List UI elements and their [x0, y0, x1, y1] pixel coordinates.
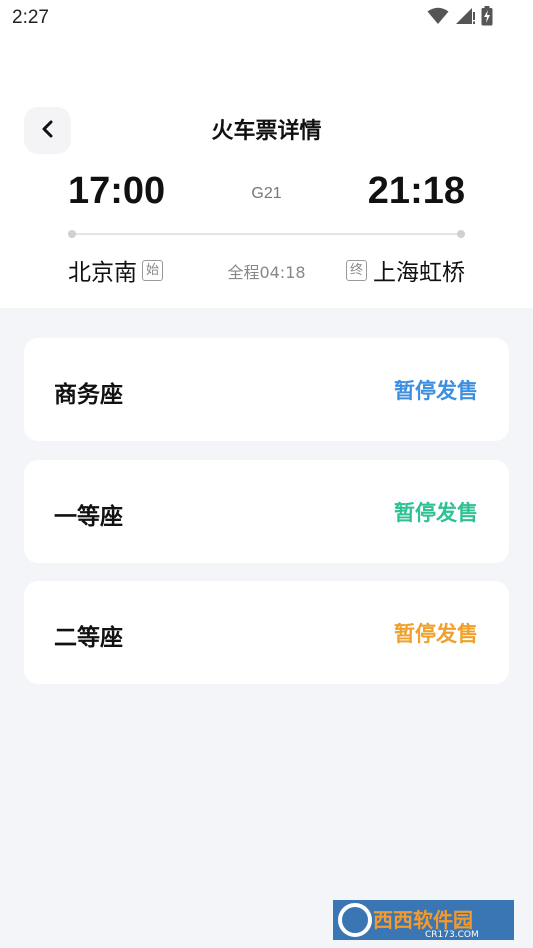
wifi-icon	[427, 7, 449, 29]
seat-name: 商务座	[54, 382, 123, 408]
status-bar: 2:27	[0, 0, 533, 36]
status-time: 2:27	[12, 7, 49, 28]
arrival-station-name: 上海虹桥	[373, 260, 465, 286]
arrival-station: 终 上海虹桥	[346, 253, 465, 287]
seat-status: 暂停发售	[394, 622, 478, 646]
watermark-name: 西西软件园	[373, 908, 473, 932]
watermark-domain: CR173.COM	[425, 930, 479, 940]
seat-name: 一等座	[54, 504, 123, 530]
route-line	[71, 233, 461, 235]
seat-card-business[interactable]: 商务座 暂停发售	[24, 338, 509, 441]
route-end-dot	[457, 230, 465, 238]
status-icons	[427, 6, 493, 30]
seat-card-first-class[interactable]: 一等座 暂停发售	[24, 460, 509, 563]
watermark-logo: 西西软件园 CR173.COM	[333, 900, 514, 940]
signal-icon	[455, 7, 475, 29]
route-start-dot	[68, 230, 76, 238]
seat-status: 暂停发售	[394, 379, 478, 403]
page-title: 火车票详情	[211, 119, 322, 144]
seat-status: 暂停发售	[394, 501, 478, 525]
battery-charging-icon	[481, 6, 493, 30]
seat-name: 二等座	[54, 625, 123, 651]
seat-card-second-class[interactable]: 二等座 暂停发售	[24, 581, 509, 684]
arrival-time: 21:18	[367, 170, 465, 212]
arrival-tag: 终	[346, 259, 367, 281]
